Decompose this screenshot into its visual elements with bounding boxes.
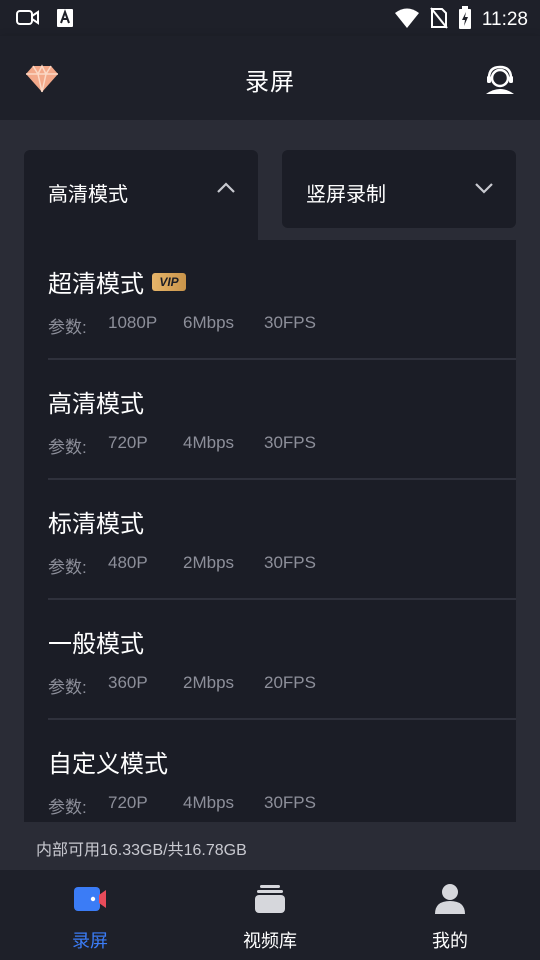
status-time: 11:28 bbox=[481, 9, 528, 30]
vip-badge: VIP bbox=[152, 272, 186, 291]
option-name: 超清模式 bbox=[48, 270, 144, 298]
fps: 30FPS bbox=[264, 313, 316, 332]
quality-option-hd[interactable]: 高清模式 参数: 720P 4Mbps 30FPS bbox=[48, 360, 516, 480]
quality-dropdown: 超清模式 VIP 参数: 1080P 6Mbps 30FPS 高清模式 参数: … bbox=[24, 240, 516, 838]
quality-option-ultra-hd[interactable]: 超清模式 VIP 参数: 1080P 6Mbps 30FPS bbox=[48, 240, 516, 360]
bitrate: 4Mbps bbox=[183, 793, 235, 812]
option-name: 自定义模式 bbox=[48, 750, 168, 778]
resolution: 1080P bbox=[108, 313, 158, 332]
nav-label: 录屏 bbox=[72, 931, 108, 952]
resolution: 720P bbox=[108, 793, 148, 812]
storage-text: 内部可用16.33GB/共16.78GB bbox=[36, 842, 247, 859]
profile-icon bbox=[432, 882, 468, 916]
bitrate: 2Mbps bbox=[183, 673, 235, 692]
option-name: 标清模式 bbox=[48, 510, 144, 538]
option-name: 一般模式 bbox=[48, 630, 144, 658]
bitrate: 2Mbps bbox=[183, 553, 235, 572]
params-label: 参数: bbox=[48, 318, 87, 337]
nav-label: 视频库 bbox=[243, 931, 297, 952]
params-label: 参数: bbox=[48, 678, 87, 697]
params-label: 参数: bbox=[48, 798, 87, 817]
screen-record-icon bbox=[16, 8, 40, 32]
orientation-label: 竖屏录制 bbox=[306, 182, 386, 206]
page-title: 录屏 bbox=[245, 68, 295, 96]
orientation-selector[interactable]: 竖屏录制 bbox=[282, 150, 516, 228]
customer-service-icon[interactable] bbox=[484, 64, 516, 96]
resolution: 480P bbox=[108, 553, 148, 572]
status-bar: 11:28 bbox=[0, 0, 540, 36]
video-library-icon bbox=[252, 882, 288, 916]
fps: 30FPS bbox=[264, 793, 316, 812]
quality-option-sd[interactable]: 标清模式 参数: 480P 2Mbps 30FPS bbox=[48, 480, 516, 600]
nav-label: 我的 bbox=[432, 931, 468, 952]
resolution: 720P bbox=[108, 433, 148, 452]
params-label: 参数: bbox=[48, 558, 87, 577]
nav-tab-profile[interactable]: 我的 bbox=[360, 870, 540, 960]
bitrate: 6Mbps bbox=[183, 313, 235, 332]
chevron-down-icon bbox=[474, 180, 494, 196]
option-name: 高清模式 bbox=[48, 390, 144, 418]
params-label: 参数: bbox=[48, 438, 87, 457]
bitrate: 4Mbps bbox=[183, 433, 235, 452]
resolution: 360P bbox=[108, 673, 148, 692]
chevron-up-icon bbox=[216, 180, 236, 196]
fps: 20FPS bbox=[264, 673, 316, 692]
storage-bar: 内部可用16.33GB/共16.78GB bbox=[0, 822, 540, 870]
battery-charging-icon bbox=[458, 6, 472, 34]
nav-tab-video-library[interactable]: 视频库 bbox=[180, 870, 360, 960]
nav-tab-record[interactable]: 录屏 bbox=[0, 870, 180, 960]
font-a-icon bbox=[56, 8, 74, 32]
quality-option-normal[interactable]: 一般模式 参数: 360P 2Mbps 20FPS bbox=[48, 600, 516, 720]
fps: 30FPS bbox=[264, 553, 316, 572]
bottom-nav: 录屏 视频库 我的 bbox=[0, 870, 540, 960]
record-camera-icon bbox=[72, 882, 108, 916]
app-bar: 录屏 bbox=[0, 36, 540, 120]
quality-mode-selector[interactable]: 高清模式 bbox=[24, 150, 258, 240]
no-sim-icon bbox=[430, 7, 448, 33]
quality-mode-label: 高清模式 bbox=[48, 182, 128, 206]
fps: 30FPS bbox=[264, 433, 316, 452]
wifi-icon bbox=[394, 7, 420, 33]
